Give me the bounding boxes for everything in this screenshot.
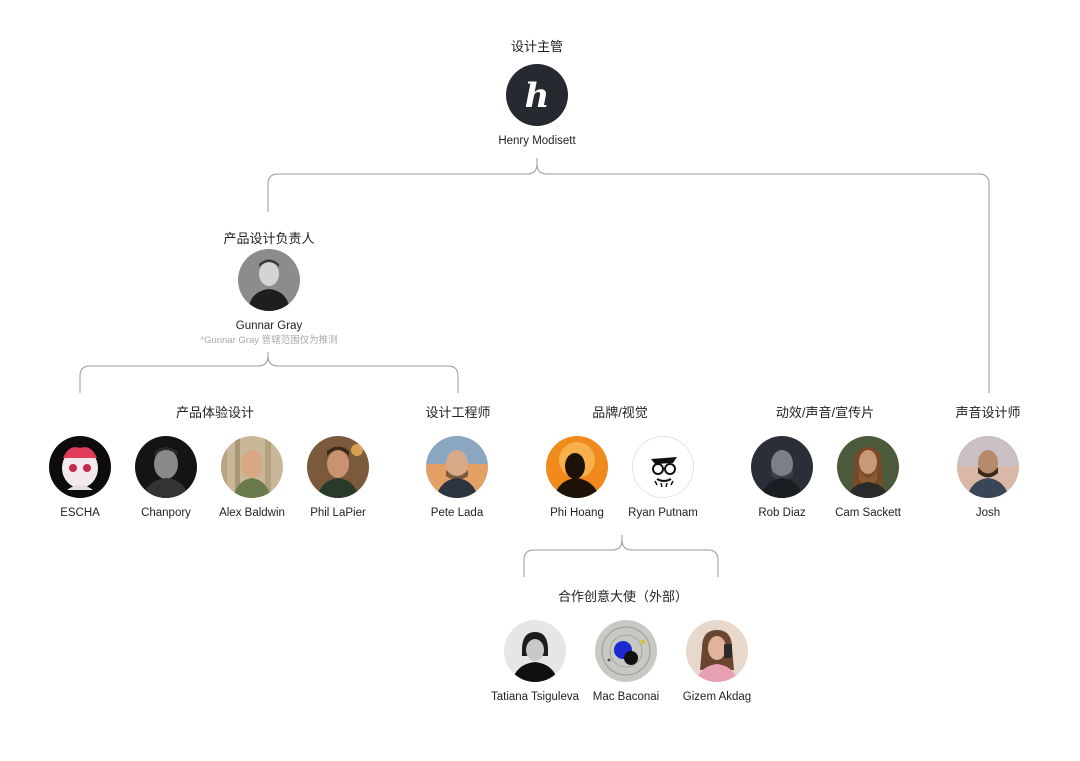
head-node: h Henry Modisett	[477, 64, 597, 147]
connector-brand-ambassadors	[523, 535, 623, 577]
group-title-brand-visual: 品牌/视觉	[592, 405, 648, 420]
group-title-sound-designer: 声音设计师	[955, 405, 1021, 420]
avatar-gizem-akdag	[686, 620, 748, 682]
avatar-tatiana-tsiguleva	[504, 620, 566, 682]
head-title: 设计主管	[510, 39, 564, 54]
member-gizem-akdag: Gizem Akdag	[657, 620, 777, 703]
avatar-cam-sackett	[837, 436, 899, 498]
group-title-ambassadors: 合作创意大使（外部）	[557, 589, 689, 604]
product-lead-node: Gunnar Gray	[209, 249, 329, 332]
group-title-motion-sound: 动效/声音/宣传片	[775, 405, 875, 420]
avatar-alex-baldwin	[221, 436, 283, 498]
member-name: Josh	[975, 507, 1001, 519]
member-name: Pete Lada	[430, 507, 484, 519]
connector-brand-ambassadors-right	[621, 539, 719, 577]
member-phil-lapier: Phil LaPier	[278, 436, 398, 519]
product-lead-note: *Gunnar Gray 管辖范围仅为推测	[200, 335, 338, 346]
connector-head	[267, 158, 538, 212]
group-title-product-experience: 产品体验设计	[175, 405, 255, 420]
head-name: Henry Modisett	[498, 135, 576, 147]
member-name: Phil LaPier	[310, 507, 366, 519]
member-name: Gizem Akdag	[682, 691, 752, 703]
member-ryan-putnam: Ryan Putnam	[603, 436, 723, 519]
product-lead-title: 产品设计负责人	[223, 231, 315, 246]
avatar-ryan-putnam	[632, 436, 694, 498]
member-josh: Josh	[928, 436, 1048, 519]
product-lead-name: Gunnar Gray	[235, 320, 303, 332]
member-name: Cam Sackett	[835, 507, 901, 519]
avatar-pete-lada	[426, 436, 488, 498]
avatar-rob-diaz	[751, 436, 813, 498]
group-title-design-engineer: 设计工程师	[425, 405, 491, 420]
logo-letter: h	[525, 76, 550, 116]
connector-product-lead-right	[267, 355, 459, 393]
avatar-escha	[49, 436, 111, 498]
company-logo: h	[506, 64, 568, 126]
avatar-mac-baconai	[595, 620, 657, 682]
avatar-phil-lapier	[307, 436, 369, 498]
connector-head-right	[536, 163, 990, 393]
avatar-gunnar-gray	[238, 249, 300, 311]
avatar-josh	[957, 436, 1019, 498]
avatar-phi-hoang	[546, 436, 608, 498]
member-pete-lada: Pete Lada	[397, 436, 517, 519]
avatar-chanpory	[135, 436, 197, 498]
member-name: Ryan Putnam	[628, 507, 698, 519]
member-cam-sackett: Cam Sackett	[808, 436, 928, 519]
connector-product-lead	[79, 352, 269, 393]
